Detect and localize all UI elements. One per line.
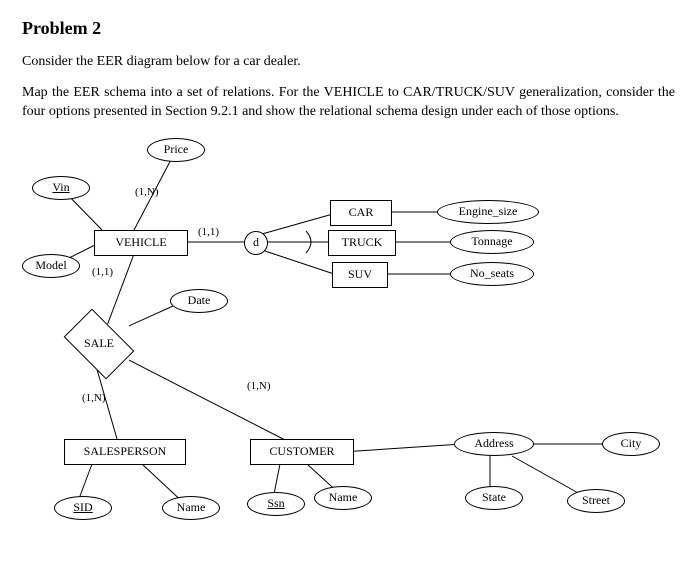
task-text: Map the EER schema into a set of relatio… — [22, 84, 675, 122]
intro-text: Consider the EER diagram below for a car… — [22, 53, 675, 72]
entity-vehicle: VEHICLE — [94, 230, 188, 256]
entity-salesperson: SALESPERSON — [64, 439, 186, 465]
card-vehicle-sale: (1,1) — [92, 266, 113, 278]
card-price-vehicle: (1,N) — [135, 186, 159, 198]
card-sale-salesperson: (1,N) — [82, 392, 106, 404]
entity-customer: CUSTOMER — [250, 439, 354, 465]
attr-tonnage: Tonnage — [450, 230, 534, 254]
attr-no-seats: No_seats — [450, 262, 534, 286]
entity-suv: SUV — [332, 262, 388, 288]
eer-diagram: Price Vin Model VEHICLE d CAR TRUCK SUV … — [22, 134, 677, 529]
attr-state: State — [465, 486, 523, 510]
card-vehicle-spec: (1,1) — [198, 226, 219, 238]
entity-truck: TRUCK — [328, 230, 396, 256]
attr-ssn: Ssn — [247, 492, 305, 516]
attr-city: City — [602, 432, 660, 456]
problem-title: Problem 2 — [22, 18, 675, 39]
attr-street: Street — [567, 489, 625, 513]
attr-model: Model — [22, 254, 80, 278]
attr-sp-name: Name — [162, 496, 220, 520]
attr-sid: SID — [54, 496, 112, 520]
card-sale-customer: (1,N) — [247, 380, 271, 392]
attr-date: Date — [170, 289, 228, 313]
attr-vin: Vin — [32, 176, 90, 200]
rel-sale: SALE — [69, 324, 129, 364]
specialization-d: d — [244, 231, 268, 255]
entity-car: CAR — [330, 200, 392, 226]
attr-address: Address — [454, 432, 534, 456]
attr-engine-size: Engine_size — [437, 200, 539, 224]
attr-cust-name: Name — [314, 486, 372, 510]
attr-price: Price — [147, 138, 205, 162]
